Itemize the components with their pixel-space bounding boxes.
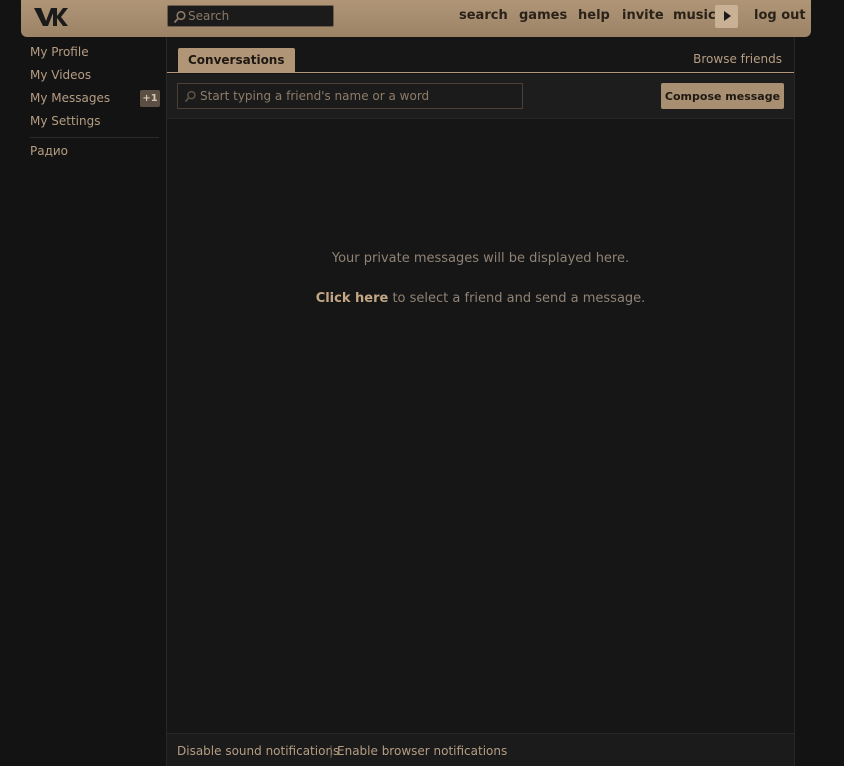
- disable-sound-link[interactable]: Disable sound notifications: [177, 744, 339, 758]
- click-here-link[interactable]: Click here: [316, 291, 389, 306]
- search-icon: [173, 10, 186, 24]
- sidebar: My Profile My Videos My Messages +1 My S…: [21, 37, 165, 766]
- messages-badge: +1: [140, 90, 160, 107]
- vk-logo-icon[interactable]: [33, 5, 69, 29]
- nav-invite[interactable]: invite: [622, 0, 664, 32]
- enable-browser-notifications-link[interactable]: Enable browser notifications: [337, 744, 507, 758]
- search-icon: [184, 90, 196, 103]
- nav-games[interactable]: games: [519, 0, 567, 32]
- browse-friends-link[interactable]: Browse friends: [693, 52, 782, 66]
- sidebar-item-messages[interactable]: My Messages: [30, 91, 110, 105]
- sidebar-item-videos[interactable]: My Videos: [30, 68, 91, 82]
- compose-message-button[interactable]: Compose message: [661, 83, 784, 109]
- nav-search[interactable]: search: [459, 0, 508, 32]
- top-header: search games help invite music log out: [21, 0, 811, 37]
- messages-panel: Conversations Browse friends Compose mes…: [166, 37, 795, 766]
- play-icon[interactable]: [715, 5, 738, 28]
- filter-bar: Compose message: [167, 74, 794, 119]
- empty-state-text: Your private messages will be displayed …: [331, 251, 630, 266]
- friend-search-input[interactable]: [200, 84, 518, 108]
- nav-logout[interactable]: log out: [754, 0, 806, 32]
- nav-help[interactable]: help: [578, 0, 610, 32]
- search-input[interactable]: [188, 6, 328, 26]
- sidebar-item-profile[interactable]: My Profile: [30, 45, 89, 59]
- sidebar-item-radio[interactable]: Радио: [30, 144, 68, 158]
- tab-bar: Conversations Browse friends: [167, 37, 794, 73]
- sidebar-item-settings[interactable]: My Settings: [30, 114, 101, 128]
- nav-music[interactable]: music: [673, 0, 716, 32]
- footer-separator: |: [329, 744, 334, 758]
- header-search[interactable]: [167, 5, 334, 27]
- friend-search-box[interactable]: [177, 83, 523, 109]
- sidebar-divider: [30, 137, 159, 138]
- tab-conversations[interactable]: Conversations: [178, 48, 295, 73]
- click-here-suffix: to select a friend and send a message.: [388, 291, 646, 306]
- empty-state-action: Click here to select a friend and send a…: [167, 291, 794, 306]
- notifications-footer: Disable sound notifications | Enable bro…: [167, 733, 794, 766]
